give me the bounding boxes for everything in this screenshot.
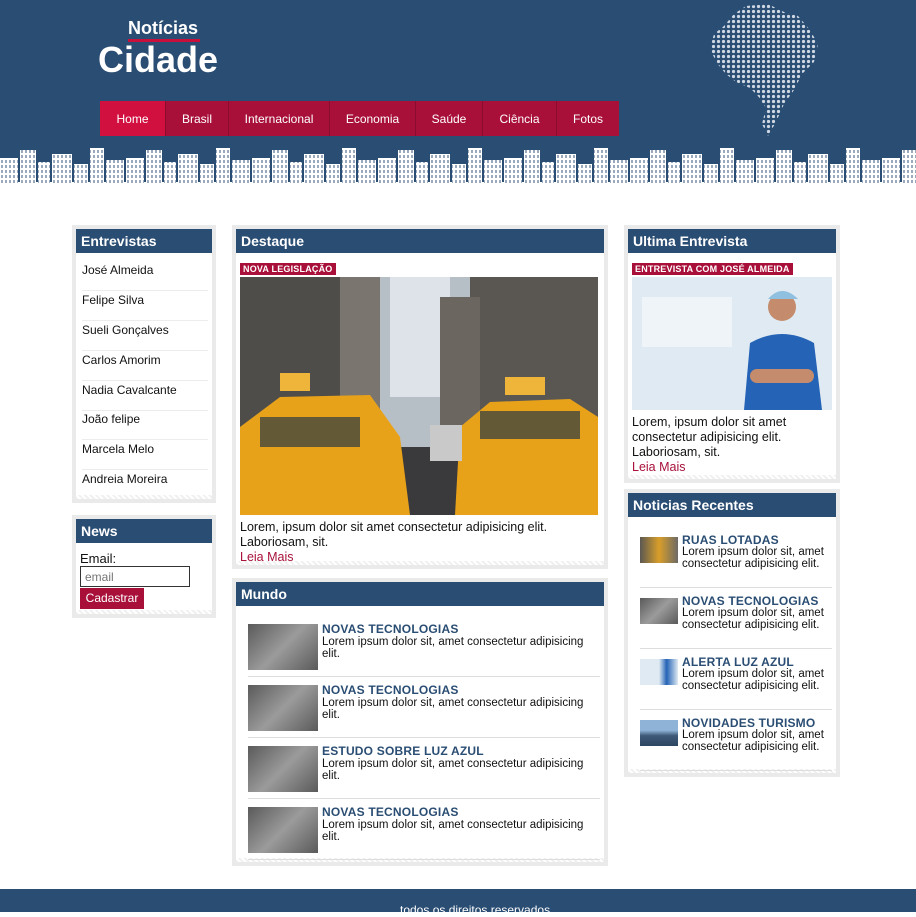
thumbnail-image: [248, 807, 318, 853]
item-text: Lorem ipsum dolor sit, amet consectetur …: [682, 607, 824, 631]
destaque-text: Lorem, ipsum dolor sit amet consectetur …: [240, 520, 548, 549]
nav-internacional[interactable]: Internacional: [229, 101, 330, 136]
site-header: Notícias Cidade Home Brasil Internaciona…: [0, 0, 916, 190]
nav-economia[interactable]: Economia: [330, 101, 416, 136]
thumbnail-image: [640, 537, 678, 563]
item-text: Lorem ipsum dolor sit, amet consectetur …: [322, 636, 584, 660]
ultima-read-more-link[interactable]: Leia Mais: [632, 460, 686, 475]
item-text: Lorem ipsum dolor sit, amet consectetur …: [322, 819, 584, 843]
item-text: Lorem ipsum dolor sit, amet consectetur …: [682, 546, 824, 570]
nav-home[interactable]: Home: [100, 101, 166, 136]
item-title: NOVIDADES TURISMO: [682, 716, 816, 730]
entrevistas-title: Entrevistas: [76, 229, 212, 253]
noticias-recentes-title: Noticias Recentes: [628, 493, 836, 517]
list-item[interactable]: Nadia Cavalcante: [82, 383, 208, 411]
destaque-read-more-link[interactable]: Leia Mais: [240, 550, 294, 565]
email-field[interactable]: [80, 566, 190, 587]
list-item[interactable]: NOVAS TECNOLOGIAS Lorem ipsum dolor sit,…: [248, 677, 600, 738]
brazil-map-icon: [710, 4, 818, 136]
site-footer: todos os direitos reservados: [0, 889, 916, 917]
mundo-title: Mundo: [236, 582, 604, 606]
cadastrar-button[interactable]: Cadastrar: [80, 588, 144, 609]
list-item[interactable]: NOVIDADES TURISMO Lorem ipsum dolor sit,…: [640, 710, 832, 771]
list-item[interactable]: José Almeida: [82, 263, 208, 291]
item-title: NOVAS TECNOLOGIAS: [322, 622, 459, 636]
item-title: NOVAS TECNOLOGIAS: [682, 594, 819, 608]
list-item[interactable]: Andreia Moreira: [82, 472, 208, 499]
list-item[interactable]: ALERTA LUZ AZUL Lorem ipsum dolor sit, a…: [640, 649, 832, 710]
list-item[interactable]: Felipe Silva: [82, 293, 208, 321]
entrevistas-panel: Entrevistas José Almeida Felipe Silva Su…: [72, 225, 216, 503]
item-text: Lorem ipsum dolor sit, amet consectetur …: [322, 697, 584, 721]
nav-fotos[interactable]: Fotos: [557, 101, 619, 136]
item-title: NOVAS TECNOLOGIAS: [322, 805, 459, 819]
destaque-panel: Destaque NOVA LEGISLAÇÃO Lorem, ipsum do…: [232, 225, 608, 569]
list-item[interactable]: João felipe: [82, 412, 208, 440]
thumbnail-image: [640, 720, 678, 746]
list-item[interactable]: RUAS LOTADAS Lorem ipsum dolor sit, amet…: [640, 527, 832, 588]
city-skyline-image: [0, 148, 916, 190]
ultima-entrevista-panel: Ultima Entrevista ENTREVISTA COM JOSÉ AL…: [624, 225, 840, 483]
list-item[interactable]: NOVAS TECNOLOGIAS Lorem ipsum dolor sit,…: [248, 616, 600, 677]
news-title: News: [76, 519, 212, 543]
ultima-entrevista-title: Ultima Entrevista: [628, 229, 836, 253]
thumbnail-image: [640, 598, 678, 624]
nav-saude[interactable]: Saúde: [416, 101, 483, 136]
item-text: Lorem ipsum dolor sit, amet consectetur …: [682, 729, 824, 753]
item-title: ALERTA LUZ AZUL: [682, 655, 794, 669]
list-item[interactable]: Marcela Melo: [82, 442, 208, 470]
item-title: NOVAS TECNOLOGIAS: [322, 683, 459, 697]
status-badge: NOVA LEGISLAÇÃO: [240, 263, 336, 275]
item-title: RUAS LOTADAS: [682, 533, 779, 547]
item-text: Lorem ipsum dolor sit, amet consectetur …: [682, 668, 824, 692]
status-badge: ENTREVISTA COM JOSÉ ALMEIDA: [632, 263, 793, 275]
thumbnail-image: [640, 659, 678, 685]
list-item[interactable]: NOVAS TECNOLOGIAS Lorem ipsum dolor sit,…: [248, 799, 600, 860]
mundo-panel: Mundo NOVAS TECNOLOGIAS Lorem ipsum dolo…: [232, 578, 608, 866]
news-panel: News Email: Cadastrar: [72, 515, 216, 618]
destaque-title: Destaque: [236, 229, 604, 253]
item-title: ESTUDO SOBRE LUZ AZUL: [322, 744, 484, 758]
taxis-photo[interactable]: [240, 277, 598, 515]
thumbnail-image: [248, 624, 318, 670]
list-item[interactable]: Sueli Gonçalves: [82, 323, 208, 351]
list-item[interactable]: Carlos Amorim: [82, 353, 208, 381]
thumbnail-image: [248, 746, 318, 792]
site-logo[interactable]: Notícias Cidade: [98, 16, 238, 86]
ultima-text: Lorem, ipsum dolor sit amet consectetur …: [632, 415, 787, 459]
nav-ciencia[interactable]: Ciência: [483, 101, 557, 136]
nav-brasil[interactable]: Brasil: [166, 101, 229, 136]
logo-big-text: Cidade: [98, 39, 219, 80]
list-item[interactable]: ESTUDO SOBRE LUZ AZUL Lorem ipsum dolor …: [248, 738, 600, 799]
noticias-recentes-panel: Noticias Recentes RUAS LOTADAS Lorem ips…: [624, 489, 840, 777]
doctor-photo[interactable]: [632, 277, 832, 410]
logo-small-text: Notícias: [128, 18, 199, 38]
item-text: Lorem ipsum dolor sit, amet consectetur …: [322, 758, 584, 782]
thumbnail-image: [248, 685, 318, 731]
list-item[interactable]: NOVAS TECNOLOGIAS Lorem ipsum dolor sit,…: [640, 588, 832, 649]
main-nav: Home Brasil Internacional Economia Saúde…: [100, 101, 619, 136]
footer-text: todos os direitos reservados: [400, 903, 551, 917]
email-label: Email:: [80, 551, 117, 566]
